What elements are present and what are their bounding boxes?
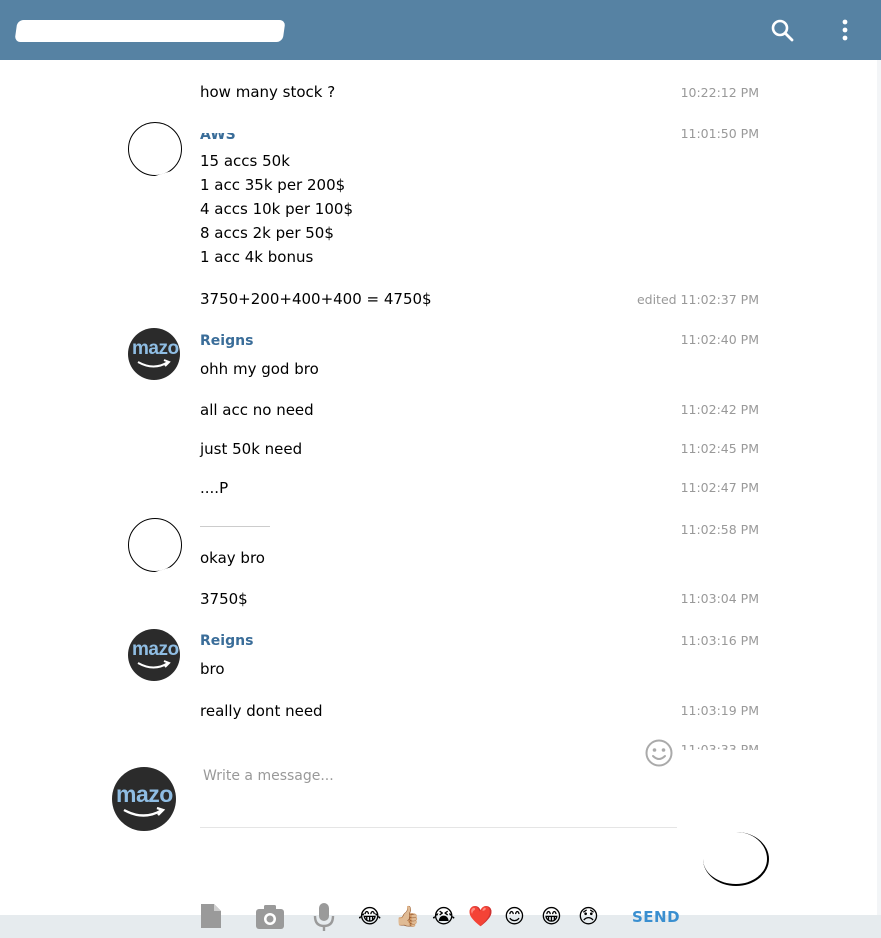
message-time: 11:02:47 PM bbox=[680, 480, 759, 495]
message-input[interactable]: Write a message... bbox=[203, 768, 334, 784]
message-line: 4 accs 10k per 100$ bbox=[200, 200, 353, 218]
message-input-underline bbox=[200, 827, 677, 828]
redacted-avatar bbox=[128, 518, 182, 572]
message-time: 11:01:50 PM bbox=[680, 126, 759, 141]
message-list[interactable]: how many stock ? 10:22:12 PM AWS 11:01:5… bbox=[0, 60, 877, 750]
emoji-heart[interactable]: ❤️ bbox=[468, 904, 493, 928]
amazon-arrow-icon bbox=[123, 807, 166, 817]
chat-header bbox=[0, 0, 881, 60]
send-button[interactable]: SEND bbox=[632, 908, 680, 926]
message-time: 11:02:42 PM bbox=[680, 402, 759, 417]
emoji-sob[interactable]: 😭 bbox=[432, 904, 455, 928]
camera-icon[interactable] bbox=[255, 904, 285, 930]
message-text: ....P bbox=[200, 479, 229, 497]
emoji-picker-icon[interactable] bbox=[644, 738, 674, 768]
avatar[interactable]: mazo bbox=[128, 629, 180, 681]
emoji-disappointed[interactable]: 😞 bbox=[578, 904, 599, 928]
sender-name[interactable]: Reigns bbox=[200, 632, 253, 650]
message-text: really dont need bbox=[200, 702, 323, 720]
message-line: 8 accs 2k per 50$ bbox=[200, 224, 334, 242]
message-line: 1 acc 4k bonus bbox=[200, 248, 314, 266]
message-text: how many stock ? bbox=[200, 83, 336, 101]
scrollbar[interactable] bbox=[877, 60, 881, 915]
sender-name[interactable]: Reigns bbox=[200, 332, 253, 350]
search-icon[interactable] bbox=[770, 18, 794, 42]
message-time: 11:02:45 PM bbox=[680, 441, 759, 456]
amazon-arrow-icon bbox=[137, 660, 171, 669]
message-text: ohh my god bro bbox=[200, 360, 319, 378]
redacted-chat-title bbox=[14, 20, 286, 42]
redacted-sender-name bbox=[200, 526, 270, 527]
message-text: okay bro bbox=[200, 549, 265, 567]
sender-name[interactable]: AWS bbox=[200, 133, 236, 144]
message-time: 10:22:12 PM bbox=[680, 85, 759, 100]
message-time: 11:03:16 PM bbox=[680, 633, 759, 648]
my-avatar[interactable]: mazo bbox=[112, 767, 176, 831]
composer-toolbar: 😂 👍🏼 😭 ❤️ 😊 😁 😞 SEND bbox=[0, 902, 877, 938]
message-text: just 50k need bbox=[200, 440, 303, 458]
composer: mazo Write a message... 😂 👍🏼 😭 ❤️ 😊 😁 😞 … bbox=[0, 739, 877, 931]
message-line: 1 acc 35k per 200$ bbox=[200, 176, 346, 194]
message-time: 11:03:19 PM bbox=[680, 703, 759, 718]
redacted-avatar bbox=[128, 122, 182, 176]
emoji-joy[interactable]: 😂 bbox=[358, 904, 381, 928]
message-text: 3750$ bbox=[200, 590, 248, 608]
message-text: 3750+200+400+400 = 4750$ bbox=[200, 290, 432, 308]
message-time: 11:03:04 PM bbox=[680, 591, 759, 606]
emoji-thumbs-up[interactable]: 👍🏼 bbox=[395, 904, 420, 928]
amazon-arrow-icon bbox=[137, 359, 171, 368]
avatar[interactable]: mazo bbox=[128, 328, 180, 380]
message-time: 11:03:33 PM bbox=[680, 742, 759, 750]
more-vertical-icon[interactable] bbox=[833, 18, 857, 42]
message-line: 15 accs 50k bbox=[200, 152, 290, 170]
microphone-icon[interactable] bbox=[313, 902, 335, 932]
message-time: 11:02:40 PM bbox=[680, 332, 759, 347]
chat-panel: how many stock ? 10:22:12 PM AWS 11:01:5… bbox=[0, 60, 877, 931]
emoji-grin[interactable]: 😁 bbox=[541, 904, 562, 928]
attach-file-icon[interactable] bbox=[198, 902, 224, 930]
message-time: 11:02:58 PM bbox=[680, 522, 759, 537]
message-time: edited 11:02:37 PM bbox=[636, 292, 759, 307]
message-text: all acc no need bbox=[200, 401, 314, 419]
emoji-blush[interactable]: 😊 bbox=[504, 904, 525, 928]
redacted-peer-avatar bbox=[703, 832, 769, 886]
message-text: bro bbox=[200, 660, 225, 678]
